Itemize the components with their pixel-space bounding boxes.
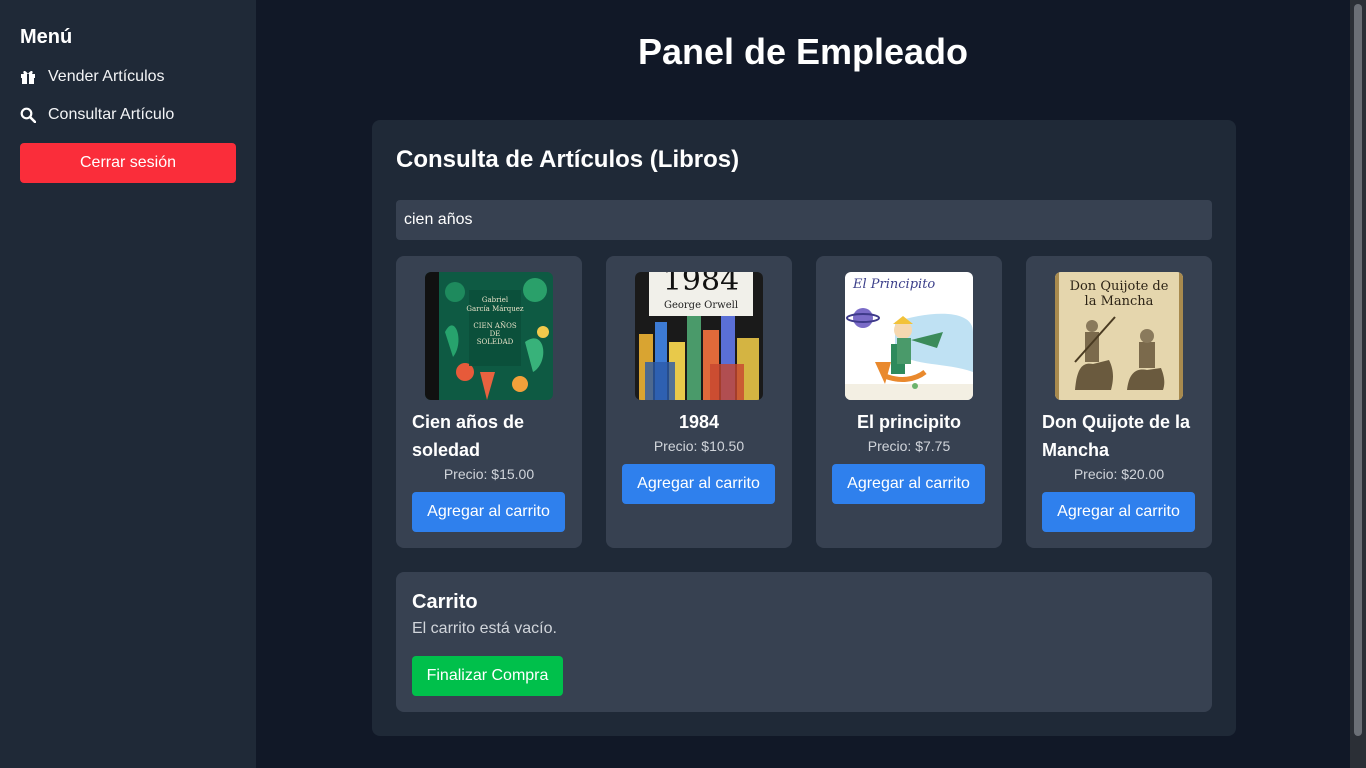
cover-title: 1984 <box>663 272 739 298</box>
book-cover-image: 1984 George Orwell <box>635 272 763 400</box>
book-card: Gabriel García Márquez CIEN AÑOS DE SOLE… <box>396 256 582 548</box>
book-cover-image: El Principito <box>845 272 973 400</box>
sidebar-item-label: Vender Artículos <box>48 68 165 85</box>
cart-title: Carrito <box>412 591 478 613</box>
cart-section: Carrito El carrito está vacío. Finalizar… <box>396 572 1212 712</box>
book-cover-image: Gabriel García Márquez CIEN AÑOS DE SOLE… <box>425 272 553 400</box>
book-title: Don Quijote de la Mancha <box>1042 412 1191 460</box>
add-to-cart-button[interactable]: Agregar al carrito <box>622 464 775 504</box>
cover-author: García Márquez <box>466 305 523 313</box>
add-to-cart-button[interactable]: Agregar al carrito <box>832 464 985 504</box>
sidebar-item-label: Consultar Artículo <box>48 106 175 123</box>
logout-button[interactable]: Cerrar sesión <box>20 143 236 183</box>
sidebar: Menú Vender Artículos Consultar Artículo… <box>0 0 256 768</box>
cover-title: CIEN AÑOS <box>473 321 517 330</box>
book-price: Precio: $20.00 <box>1073 466 1165 482</box>
scrollbar-thumb[interactable] <box>1354 4 1362 736</box>
cover-author: George Orwell <box>664 300 738 311</box>
book-card: 1984 George Orwell 1984 Precio: $10.50 A… <box>606 256 792 548</box>
book-price: Precio: $15.00 <box>443 466 535 482</box>
panel-title: Consulta de Artículos (Libros) <box>396 146 740 173</box>
book-card: El Principito El principito Precio: $7.7… <box>816 256 1002 548</box>
sidebar-title: Menú <box>20 26 73 48</box>
sidebar-item-consultar[interactable]: Consultar Artículo <box>20 103 236 127</box>
consulta-panel: Consulta de Artículos (Libros) Gabrie <box>372 120 1236 736</box>
checkout-button[interactable]: Finalizar Compra <box>412 656 563 696</box>
book-cover-image: Don Quijote de la Mancha <box>1055 272 1183 400</box>
cover-title: SOLEDAD <box>477 338 514 346</box>
book-title: 1984 <box>678 412 720 432</box>
cover-author: Gabriel <box>482 296 509 304</box>
search-icon <box>20 107 36 123</box>
search-input[interactable] <box>396 200 1212 240</box>
cover-title: Don Quijote de <box>1070 279 1169 294</box>
book-card: Don Quijote de la Mancha Don Quijote de … <box>1026 256 1212 548</box>
add-to-cart-button[interactable]: Agregar al carrito <box>412 492 565 532</box>
main-content: Panel de Empleado Consulta de Artículos … <box>256 0 1350 768</box>
cover-title: la Mancha <box>1085 294 1154 309</box>
sidebar-item-vender[interactable]: Vender Artículos <box>20 65 236 89</box>
book-price: Precio: $7.75 <box>867 438 951 454</box>
cover-title: DE <box>490 330 501 338</box>
book-price: Precio: $10.50 <box>653 438 745 454</box>
page-title: Panel de Empleado <box>637 31 969 72</box>
add-to-cart-button[interactable]: Agregar al carrito <box>1042 492 1195 532</box>
scrollbar[interactable] <box>1350 0 1366 768</box>
cart-empty-message: El carrito está vacío. <box>412 620 557 637</box>
gift-icon <box>20 69 36 85</box>
cover-title: El Principito <box>852 277 935 292</box>
book-title: El principito <box>856 412 961 432</box>
book-title: Cien años de soledad <box>412 412 525 460</box>
